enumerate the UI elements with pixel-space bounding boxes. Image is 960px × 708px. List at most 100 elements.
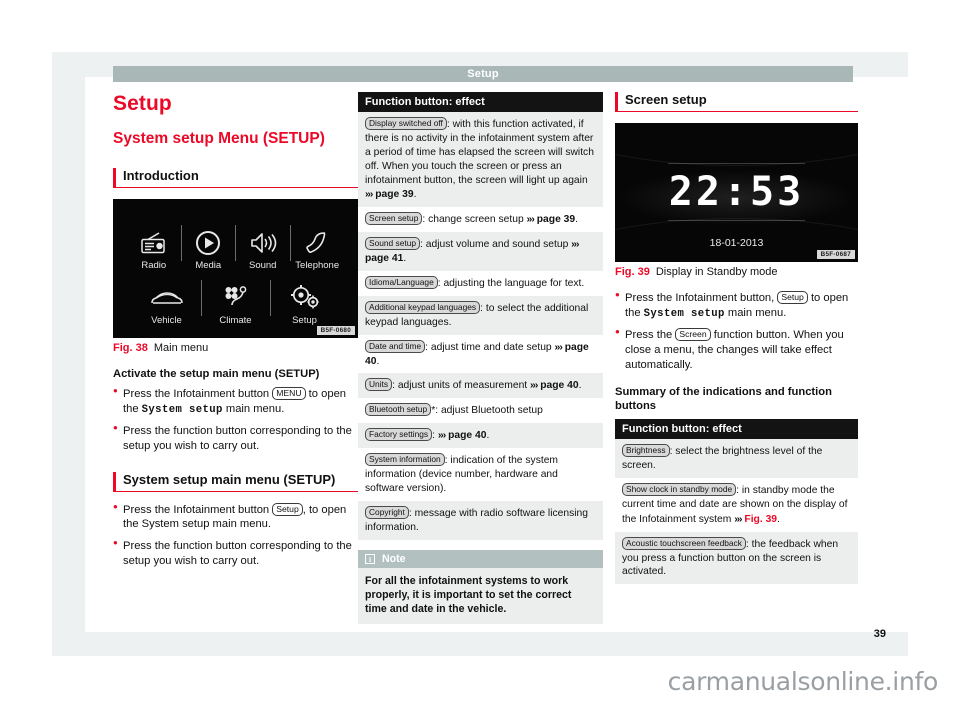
- bullet-press-setup: Press the Infotainment button Setup, to …: [113, 502, 358, 533]
- bullet-text-post: main menu.: [222, 402, 285, 415]
- units-function-button[interactable]: Units: [365, 378, 393, 392]
- play-circle-icon: [181, 227, 235, 259]
- menu-item-label: Setup: [292, 315, 317, 326]
- gears-icon: [277, 282, 333, 314]
- setup-hard-key[interactable]: Setup: [272, 502, 303, 516]
- page-reference[interactable]: page 40: [540, 380, 578, 391]
- system-information-function-button[interactable]: System information: [365, 453, 445, 467]
- figure-standby-display: 22:53 18-01-2013 B5F-0687: [615, 123, 858, 262]
- date-and-time-function-button[interactable]: Date and time: [365, 339, 426, 353]
- copyright-function-button[interactable]: Copyright: [365, 505, 409, 519]
- additional-keypad-languages-function-button[interactable]: Additional keypad languages: [365, 300, 481, 314]
- bullet-text-pre: Press the: [625, 328, 676, 341]
- page-reference[interactable]: page 39: [375, 189, 413, 200]
- bullet-text-pre: Press the Infotainment button: [123, 503, 273, 516]
- cross-ref-arrows: »›: [554, 340, 563, 353]
- bullet-press-screen: Press the Screen function button. When y…: [615, 327, 858, 373]
- row-tail: .: [403, 253, 407, 265]
- bullet-press-menu: Press the Infotainment button MENU to op…: [113, 386, 358, 417]
- screen-function-button[interactable]: Screen: [675, 327, 711, 341]
- standby-screen: 22:53 18-01-2013: [615, 123, 858, 262]
- manual-page: Setup Setup System setup Menu (SETUP) In…: [0, 0, 960, 708]
- cross-ref-arrows: »›: [526, 213, 535, 226]
- bullet-press-function-button: Press the function button corresponding …: [113, 423, 358, 454]
- bullet-press-function-button-2: Press the function button corresponding …: [113, 538, 358, 569]
- system-setup-mono: System setup: [643, 307, 725, 320]
- menu-item-label: Radio: [141, 259, 167, 271]
- menu-divider: [200, 280, 202, 317]
- factory-settings-function-button[interactable]: Factory settings: [365, 428, 433, 442]
- menu-item-climate[interactable]: Climate: [208, 282, 264, 326]
- section-screen-setup: Screen setup: [615, 92, 858, 112]
- note-box: i Note For all the infotainment systems …: [358, 549, 603, 625]
- page-subtitle: System setup Menu (SETUP): [113, 130, 325, 147]
- table-row: Idioma/Language: adjusting the language …: [358, 271, 603, 296]
- cross-ref-arrows: »›: [437, 429, 446, 442]
- menu-item-label: Vehicle: [151, 315, 182, 326]
- display-switched-off-function-button[interactable]: Display switched off: [365, 117, 447, 130]
- table-row: Copyright: message with radio software l…: [358, 500, 603, 540]
- setup-hard-key[interactable]: Setup: [777, 291, 808, 304]
- show-clock-standby-function-button[interactable]: Show clock in standby mode: [622, 482, 737, 496]
- standby-date: 18-01-2013: [709, 237, 764, 249]
- table-row: Sound setup: adjust volume and sound set…: [358, 232, 603, 272]
- acoustic-touchscreen-feedback-function-button[interactable]: Acoustic touchscreen feedback: [622, 536, 746, 550]
- note-body: For all the infotainment systems to work…: [358, 567, 603, 625]
- figure-reference[interactable]: Fig. 39: [744, 514, 777, 525]
- section-introduction: Introduction: [113, 168, 358, 188]
- table-row: Additional keypad languages: to select t…: [358, 295, 603, 335]
- menu-row-1: Radio Media Sound Telephone: [127, 215, 344, 271]
- bullet-text-pre: Press the Infotainment button: [123, 387, 273, 400]
- heading-activate-setup: Activate the setup main menu (SETUP): [113, 368, 320, 380]
- table-row: Factory settings: »› page 40.: [358, 423, 603, 449]
- figure-number: Fig. 39: [615, 266, 650, 278]
- bullet-text-post: main menu.: [724, 306, 787, 319]
- figure-main-menu: Radio Media Sound Telephone Vehicle Clim…: [113, 199, 358, 338]
- page-reference[interactable]: page 40: [448, 430, 486, 441]
- page-reference[interactable]: page 41: [365, 253, 403, 264]
- menu-item-radio[interactable]: Radio: [127, 227, 181, 271]
- figure-code: B5F-0687: [816, 250, 855, 259]
- menu-item-label: Media: [195, 259, 222, 271]
- screen-function-table: Function button: effect Brightness: sele…: [615, 419, 858, 585]
- row-tail: .: [376, 355, 380, 367]
- menu-item-media[interactable]: Media: [181, 227, 235, 271]
- page-number: 39: [873, 628, 886, 640]
- figure-caption-text: Main menu: [153, 342, 209, 354]
- row-text: : adjust units of measurement: [392, 380, 531, 392]
- idioma-language-function-button[interactable]: Idioma/Language: [365, 276, 438, 290]
- menu-item-vehicle[interactable]: Vehicle: [139, 282, 195, 326]
- table-row: Acoustic touchscreen feedback: the feedb…: [615, 531, 858, 585]
- radio-icon: [127, 227, 181, 259]
- row-text: : adjust time and date setup: [425, 341, 555, 353]
- bluetooth-setup-function-button[interactable]: Bluetooth setup: [365, 403, 432, 417]
- cross-ref-arrows: »›: [365, 188, 373, 201]
- menu-divider: [269, 280, 271, 317]
- table-row: Show clock in standby mode: in standby m…: [615, 477, 858, 532]
- watermark: carmanualsonline.info: [667, 667, 939, 696]
- menu-item-label: Telephone: [295, 259, 340, 271]
- note-title: Note: [382, 552, 406, 565]
- menu-item-telephone[interactable]: Telephone: [290, 227, 344, 271]
- column-middle: Function button: effect Display switched…: [358, 92, 603, 625]
- figure-code: B5F-0680: [316, 326, 355, 335]
- bullet-press-setup-right: Press the Infotainment button, Setup to …: [615, 290, 858, 321]
- menu-hard-key[interactable]: MENU: [272, 386, 306, 400]
- standby-clock: 22:53: [668, 168, 805, 215]
- brightness-function-button[interactable]: Brightness: [622, 444, 670, 458]
- row-text: : adjust volume and sound setup: [420, 239, 572, 251]
- row-text: : change screen setup: [422, 214, 527, 226]
- running-header: Setup: [113, 66, 853, 82]
- system-setup-mono: System setup: [141, 403, 223, 416]
- screen-setup-function-button[interactable]: Screen setup: [365, 212, 423, 226]
- menu-item-setup[interactable]: Setup: [277, 282, 333, 326]
- menu-item-label: Climate: [219, 315, 252, 326]
- table-header: Function button: effect: [615, 419, 858, 440]
- page-reference[interactable]: page 39: [537, 214, 575, 225]
- decorative-arc: [615, 123, 858, 167]
- phone-handset-icon: [290, 227, 344, 259]
- table-header: Function button: effect: [358, 92, 603, 112]
- sound-setup-function-button[interactable]: Sound setup: [365, 237, 421, 251]
- menu-item-sound[interactable]: Sound: [236, 227, 290, 271]
- table-row: System information: indication of the sy…: [358, 448, 603, 501]
